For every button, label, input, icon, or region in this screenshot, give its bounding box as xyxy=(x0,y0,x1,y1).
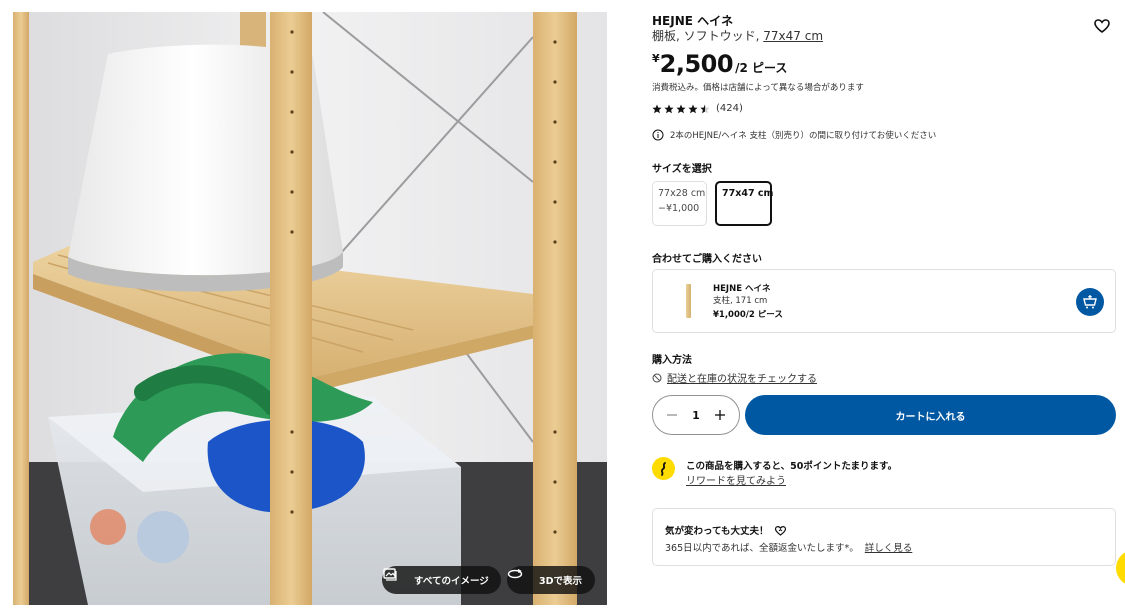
size-selector-label: サイズを選択 xyxy=(652,164,712,175)
star-icon xyxy=(664,104,674,113)
product-price: ¥ 2,500 /2 ピース xyxy=(652,50,787,78)
star-icon xyxy=(688,104,698,113)
mounting-info: 2本のHEJNE/ヘイネ 支柱（別売り）の間に取り付けてお使いください xyxy=(652,129,936,141)
increase-quantity-button[interactable] xyxy=(713,408,727,422)
size-option-label: 77x28 cm xyxy=(658,188,706,199)
star-icon xyxy=(652,104,662,113)
add-to-cart-icon[interactable] xyxy=(1076,288,1104,316)
info-icon xyxy=(652,129,664,141)
return-policy-text: 365日以内であれば、全額返金いたします*。 詳しく見る xyxy=(665,540,912,554)
return-policy-link[interactable]: 詳しく見る xyxy=(865,543,913,554)
plus-icon xyxy=(715,410,725,420)
heart-return-icon xyxy=(774,525,786,536)
decrease-quantity-button[interactable] xyxy=(665,408,679,422)
purchase-method-label: 購入方法 xyxy=(652,355,692,366)
combo-product-desc: 支柱, 171 cm xyxy=(713,296,768,306)
price-amount: 2,500 xyxy=(659,50,734,78)
post-thumbnail xyxy=(686,284,691,318)
view-3d-label: 3Dで表示 xyxy=(539,576,582,587)
product-photo[interactable]: すべてのイメージ 3Dで表示 xyxy=(13,12,607,605)
rewards-text: この商品を購入すると、50ポイントたまります。 xyxy=(686,461,898,472)
combo-product-price: ¥1,000/2 ピース xyxy=(713,310,783,320)
info-note-text: 2本のHEJNE/ヘイネ 支柱（別売り）の間に取り付けてお使いください xyxy=(670,131,937,141)
rewards-link[interactable]: リワードを見てみよう xyxy=(686,472,786,487)
product-description: 棚板, ソフトウッド, xyxy=(652,29,764,43)
view-3d-button[interactable]: 3Dで表示 xyxy=(507,566,595,594)
price-currency: ¥ xyxy=(652,52,660,65)
stock-check-text: 配送と在庫の状況をチェックする xyxy=(667,374,817,385)
size-option-price-diff: −¥1,000 xyxy=(658,203,700,214)
combo-product-name: HEJNE ヘイネ xyxy=(713,284,771,294)
star-icon xyxy=(676,104,686,113)
minus-icon xyxy=(667,414,677,416)
gallery-icon xyxy=(383,568,408,588)
tax-note: 消費税込み。価格は店舗によって異なる場合があります xyxy=(652,83,864,93)
stock-check-link[interactable]: 配送と在庫の状況をチェックする xyxy=(652,370,817,385)
product-rating[interactable]: (424) xyxy=(652,103,743,114)
quantity-stepper: 1 xyxy=(652,395,740,435)
product-size-link[interactable]: 77x47 cm xyxy=(763,29,823,43)
rewards-icon xyxy=(652,457,675,480)
return-policy-heading: 気が変わっても大丈夫！ xyxy=(665,526,769,537)
all-images-label: すべてのイメージ xyxy=(414,576,489,587)
price-unit: /2 ピース xyxy=(735,61,788,75)
rotate-3d-icon xyxy=(507,568,533,588)
return-policy-title: 気が変わっても大丈夫！ xyxy=(665,523,787,537)
rating-count: (424) xyxy=(716,103,743,114)
return-policy-card: 気が変わっても大丈夫！ 365日以内であれば、全額返金いたします*。 詳しく見る xyxy=(652,508,1116,566)
return-policy-body: 365日以内であれば、全額返金いたします*。 xyxy=(665,543,859,554)
rating-stars xyxy=(652,104,710,114)
combo-section-label: 合わせてご購入ください xyxy=(652,254,762,265)
product-photo-illustration xyxy=(13,12,607,605)
chat-assistant-button[interactable] xyxy=(1116,550,1125,586)
half-star-icon xyxy=(700,104,710,113)
heart-icon[interactable] xyxy=(1092,16,1112,36)
combo-product-card[interactable]: HEJNE ヘイネ 支柱, 171 cm ¥1,000/2 ピース xyxy=(652,269,1116,333)
size-option-label: 77x47 cm xyxy=(722,188,774,199)
unavailable-icon xyxy=(652,373,662,382)
add-to-cart-button[interactable]: カートに入れる xyxy=(745,395,1116,435)
quantity-value[interactable]: 1 xyxy=(692,409,700,422)
size-option-77x47[interactable]: 77x47 cm xyxy=(715,181,774,226)
product-subtitle: 棚板, ソフトウッド, 77x47 cm xyxy=(652,27,823,44)
size-option-77x28[interactable]: 77x28 cm −¥1,000 xyxy=(652,181,707,226)
all-images-button[interactable]: すべてのイメージ xyxy=(382,566,501,594)
